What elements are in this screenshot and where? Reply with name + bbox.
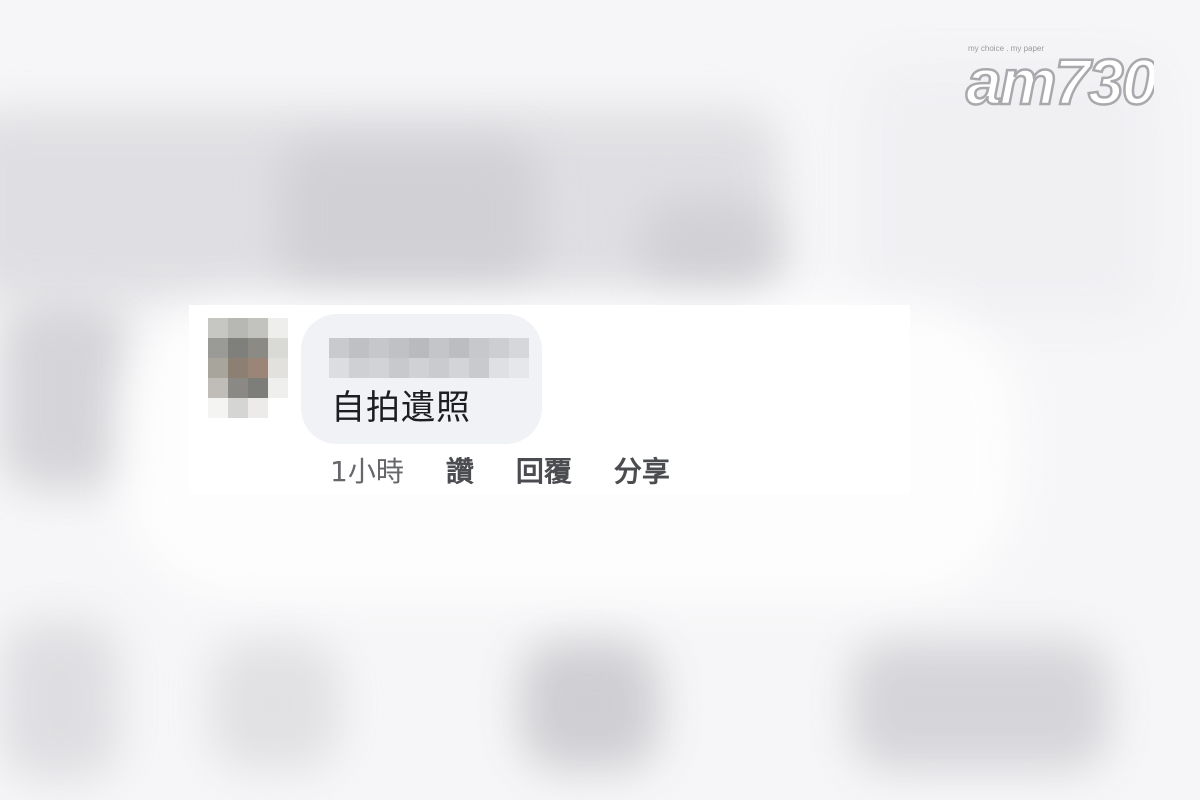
mosaic-pixel <box>248 318 268 338</box>
mosaic-pixel <box>329 338 349 358</box>
mosaic-pixel <box>449 338 469 358</box>
mosaic-pixel <box>248 378 268 398</box>
mosaic-pixel <box>489 338 509 358</box>
mosaic-pixel <box>268 358 288 378</box>
am730-logo: my choice . my paper am730 <box>964 34 1154 114</box>
mosaic-pixel <box>208 358 228 378</box>
blurred-thumbnail <box>0 620 120 780</box>
mosaic-pixel <box>268 338 288 358</box>
mosaic-pixel <box>469 338 489 358</box>
mosaic-pixel <box>268 378 288 398</box>
mosaic-pixel <box>228 358 248 378</box>
blurred-thumbnail <box>0 300 130 490</box>
mosaic-pixel <box>248 398 268 418</box>
mosaic-pixel <box>228 378 248 398</box>
mosaic-pixel <box>248 338 268 358</box>
reply-button[interactable]: 回覆 <box>516 450 572 490</box>
mosaic-pixel <box>409 358 429 378</box>
mosaic-pixel <box>248 358 268 378</box>
author-name-pixelated[interactable] <box>329 338 529 382</box>
mosaic-pixel <box>329 358 349 378</box>
blurred-block <box>640 200 780 290</box>
mosaic-pixel <box>349 338 369 358</box>
logo-graphic: my choice . my paper am730 <box>965 44 1154 114</box>
mosaic-pixel <box>429 338 449 358</box>
mosaic-pixel <box>449 358 469 378</box>
mosaic-pixel <box>369 358 389 378</box>
blurred-thumbnail <box>210 640 340 770</box>
blurred-thumbnail <box>520 640 660 770</box>
mosaic-pixel <box>228 338 248 358</box>
mosaic-pixel <box>509 338 529 358</box>
mosaic-pixel <box>208 398 228 418</box>
comment-timestamp[interactable]: 1小時 <box>330 450 404 490</box>
blurred-block <box>280 140 540 290</box>
logo-wordmark: am730 <box>966 46 1154 114</box>
avatar[interactable] <box>208 318 292 428</box>
mosaic-pixel <box>228 398 248 418</box>
share-button[interactable]: 分享 <box>614 450 670 490</box>
comment-panel: 自拍遺照 1小時 讚 回覆 分享 <box>189 305 910 494</box>
mosaic-pixel <box>349 358 369 378</box>
like-button[interactable]: 讚 <box>446 450 474 490</box>
mosaic-pixel <box>509 358 529 378</box>
mosaic-pixel <box>409 338 429 358</box>
comment-bubble: 自拍遺照 <box>301 314 542 444</box>
mosaic-pixel <box>208 338 228 358</box>
mosaic-pixel <box>369 338 389 358</box>
mosaic-pixel <box>268 318 288 338</box>
blurred-thumbnail <box>850 640 1110 770</box>
mosaic-pixel <box>268 398 288 418</box>
mosaic-pixel <box>208 318 228 338</box>
comment-actions: 1小時 讚 回覆 分享 <box>330 450 712 490</box>
mosaic-pixel <box>389 338 409 358</box>
mosaic-pixel <box>469 358 489 378</box>
mosaic-pixel <box>489 358 509 378</box>
mosaic-pixel <box>228 318 248 338</box>
mosaic-pixel <box>389 358 409 378</box>
comment-text: 自拍遺照 <box>331 388 471 428</box>
mosaic-pixel <box>208 378 228 398</box>
mosaic-pixel <box>429 358 449 378</box>
